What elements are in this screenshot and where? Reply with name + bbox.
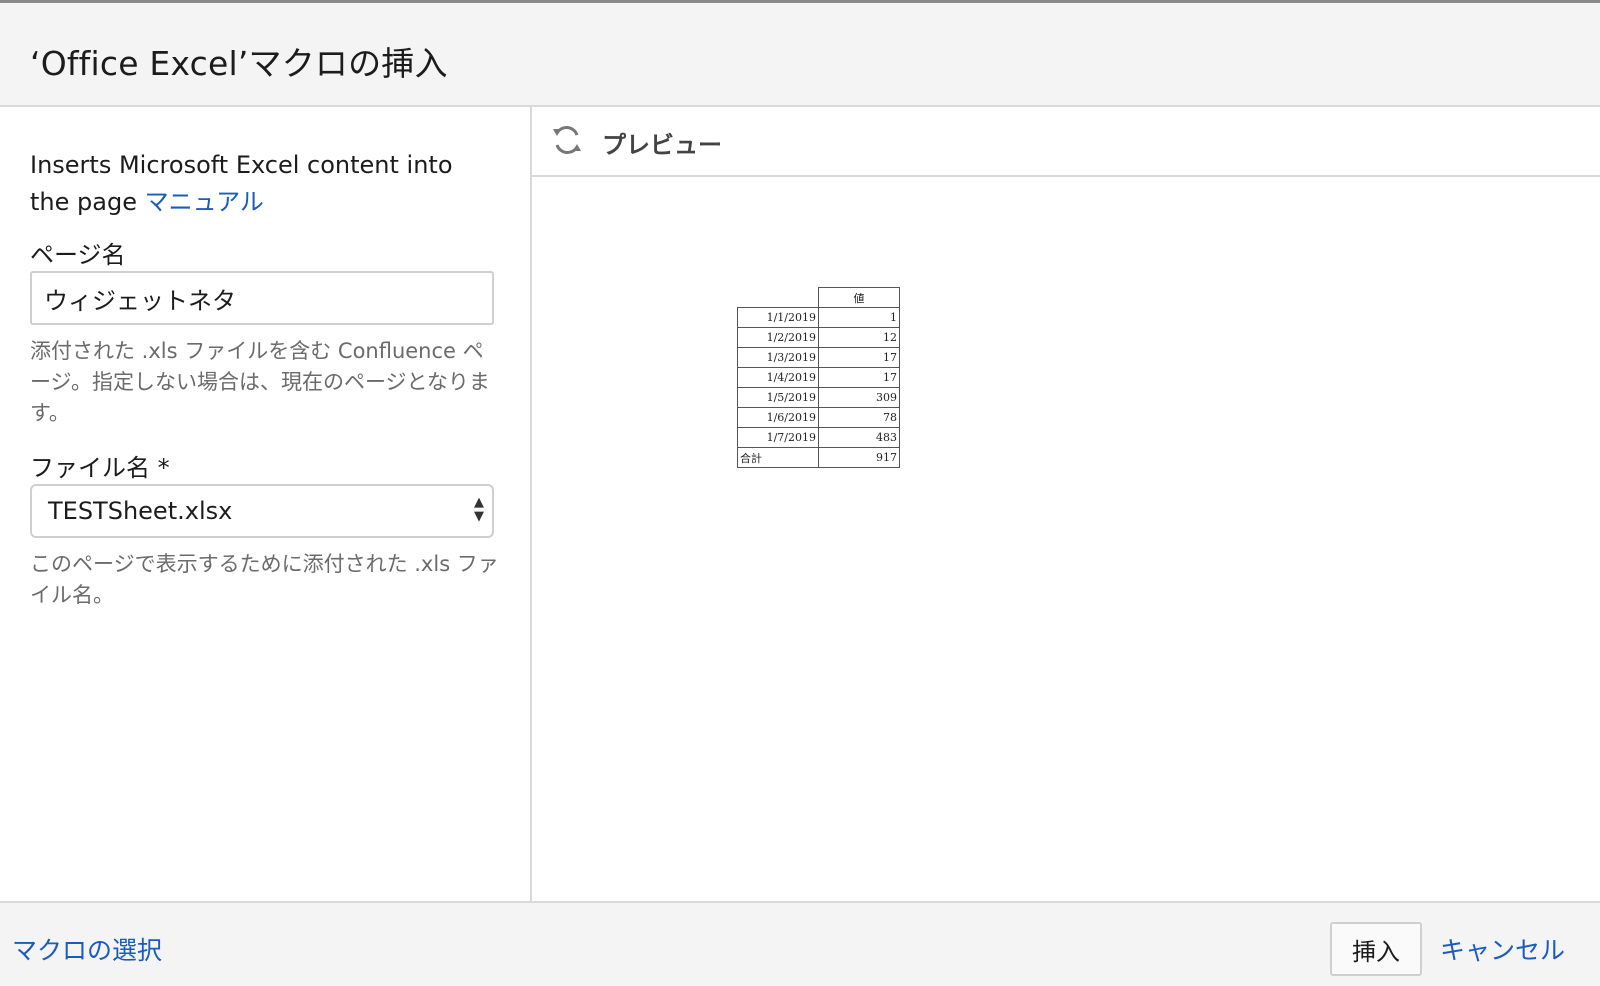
- excel-preview-table: 値 1/1/2019 1 1/2/2019 12 1/3/2019 17 1/4…: [737, 287, 900, 468]
- value-cell: 1: [818, 307, 900, 328]
- value-cell: 483: [818, 427, 900, 448]
- preview-toolbar: プレビュー: [532, 107, 1600, 177]
- page-name-help: 添付された .xls ファイルを含む Confluence ページ。指定しない場…: [30, 339, 490, 425]
- page-name-input[interactable]: [30, 271, 494, 325]
- date-cell: 1/6/2019: [737, 407, 819, 428]
- settings-panel: Inserts Microsoft Excel content into the…: [0, 107, 532, 901]
- table-corner: [738, 288, 819, 308]
- manual-link[interactable]: マニュアル: [145, 188, 264, 216]
- table-total-row: 合計 917: [737, 447, 900, 468]
- dialog-footer: マクロの選択 挿入 キャンセル: [0, 901, 1600, 986]
- file-name-select[interactable]: TESTSheet.xlsx ▲ ▼: [30, 484, 494, 538]
- macro-description: Inserts Microsoft Excel content into the…: [30, 147, 490, 221]
- file-name-selected: TESTSheet.xlsx: [48, 497, 233, 525]
- date-cell: 1/4/2019: [737, 367, 819, 388]
- date-cell: 1/1/2019: [737, 307, 819, 328]
- table-row: 1/4/2019 17: [737, 367, 900, 388]
- value-cell: 17: [818, 347, 900, 368]
- date-cell: 1/3/2019: [737, 347, 819, 368]
- table-row: 1/5/2019 309: [737, 387, 900, 408]
- cancel-link[interactable]: キャンセル: [1440, 931, 1565, 967]
- total-label-cell: 合計: [737, 447, 819, 468]
- page-name-label: ページ名: [30, 241, 126, 269]
- date-cell: 1/7/2019: [737, 427, 819, 448]
- date-cell: 1/5/2019: [737, 387, 819, 408]
- value-cell: 17: [818, 367, 900, 388]
- refresh-icon[interactable]: [550, 123, 584, 157]
- preview-title: プレビュー: [602, 131, 722, 159]
- file-name-help: このページで表示するために添付された .xls ファイル名。: [30, 552, 499, 607]
- value-cell: 78: [818, 407, 900, 428]
- insert-button[interactable]: 挿入: [1330, 922, 1422, 976]
- table-header-cell: 値: [818, 287, 900, 308]
- preview-panel: プレビュー 値 1/1/2019 1 1/2/2019 12 1/3/2019 …: [532, 107, 1600, 901]
- table-row: 1/1/2019 1: [737, 307, 900, 328]
- value-cell: 309: [818, 387, 900, 408]
- table-row: 1/2/2019 12: [737, 327, 900, 348]
- table-row: 1/3/2019 17: [737, 347, 900, 368]
- table-row: 1/7/2019 483: [737, 427, 900, 448]
- file-name-label: ファイル名 *: [30, 454, 170, 482]
- table-header-row: 値: [738, 287, 900, 308]
- select-macro-link[interactable]: マクロの選択: [12, 931, 162, 967]
- table-row: 1/6/2019 78: [737, 407, 900, 428]
- value-cell: 12: [818, 327, 900, 348]
- date-cell: 1/2/2019: [737, 327, 819, 348]
- select-arrows-icon: ▲ ▼: [474, 495, 484, 524]
- dialog-header: ‘Office Excel’マクロの挿入: [0, 3, 1600, 107]
- dialog-title: ‘Office Excel’マクロの挿入: [30, 44, 448, 83]
- total-value-cell: 917: [818, 447, 900, 468]
